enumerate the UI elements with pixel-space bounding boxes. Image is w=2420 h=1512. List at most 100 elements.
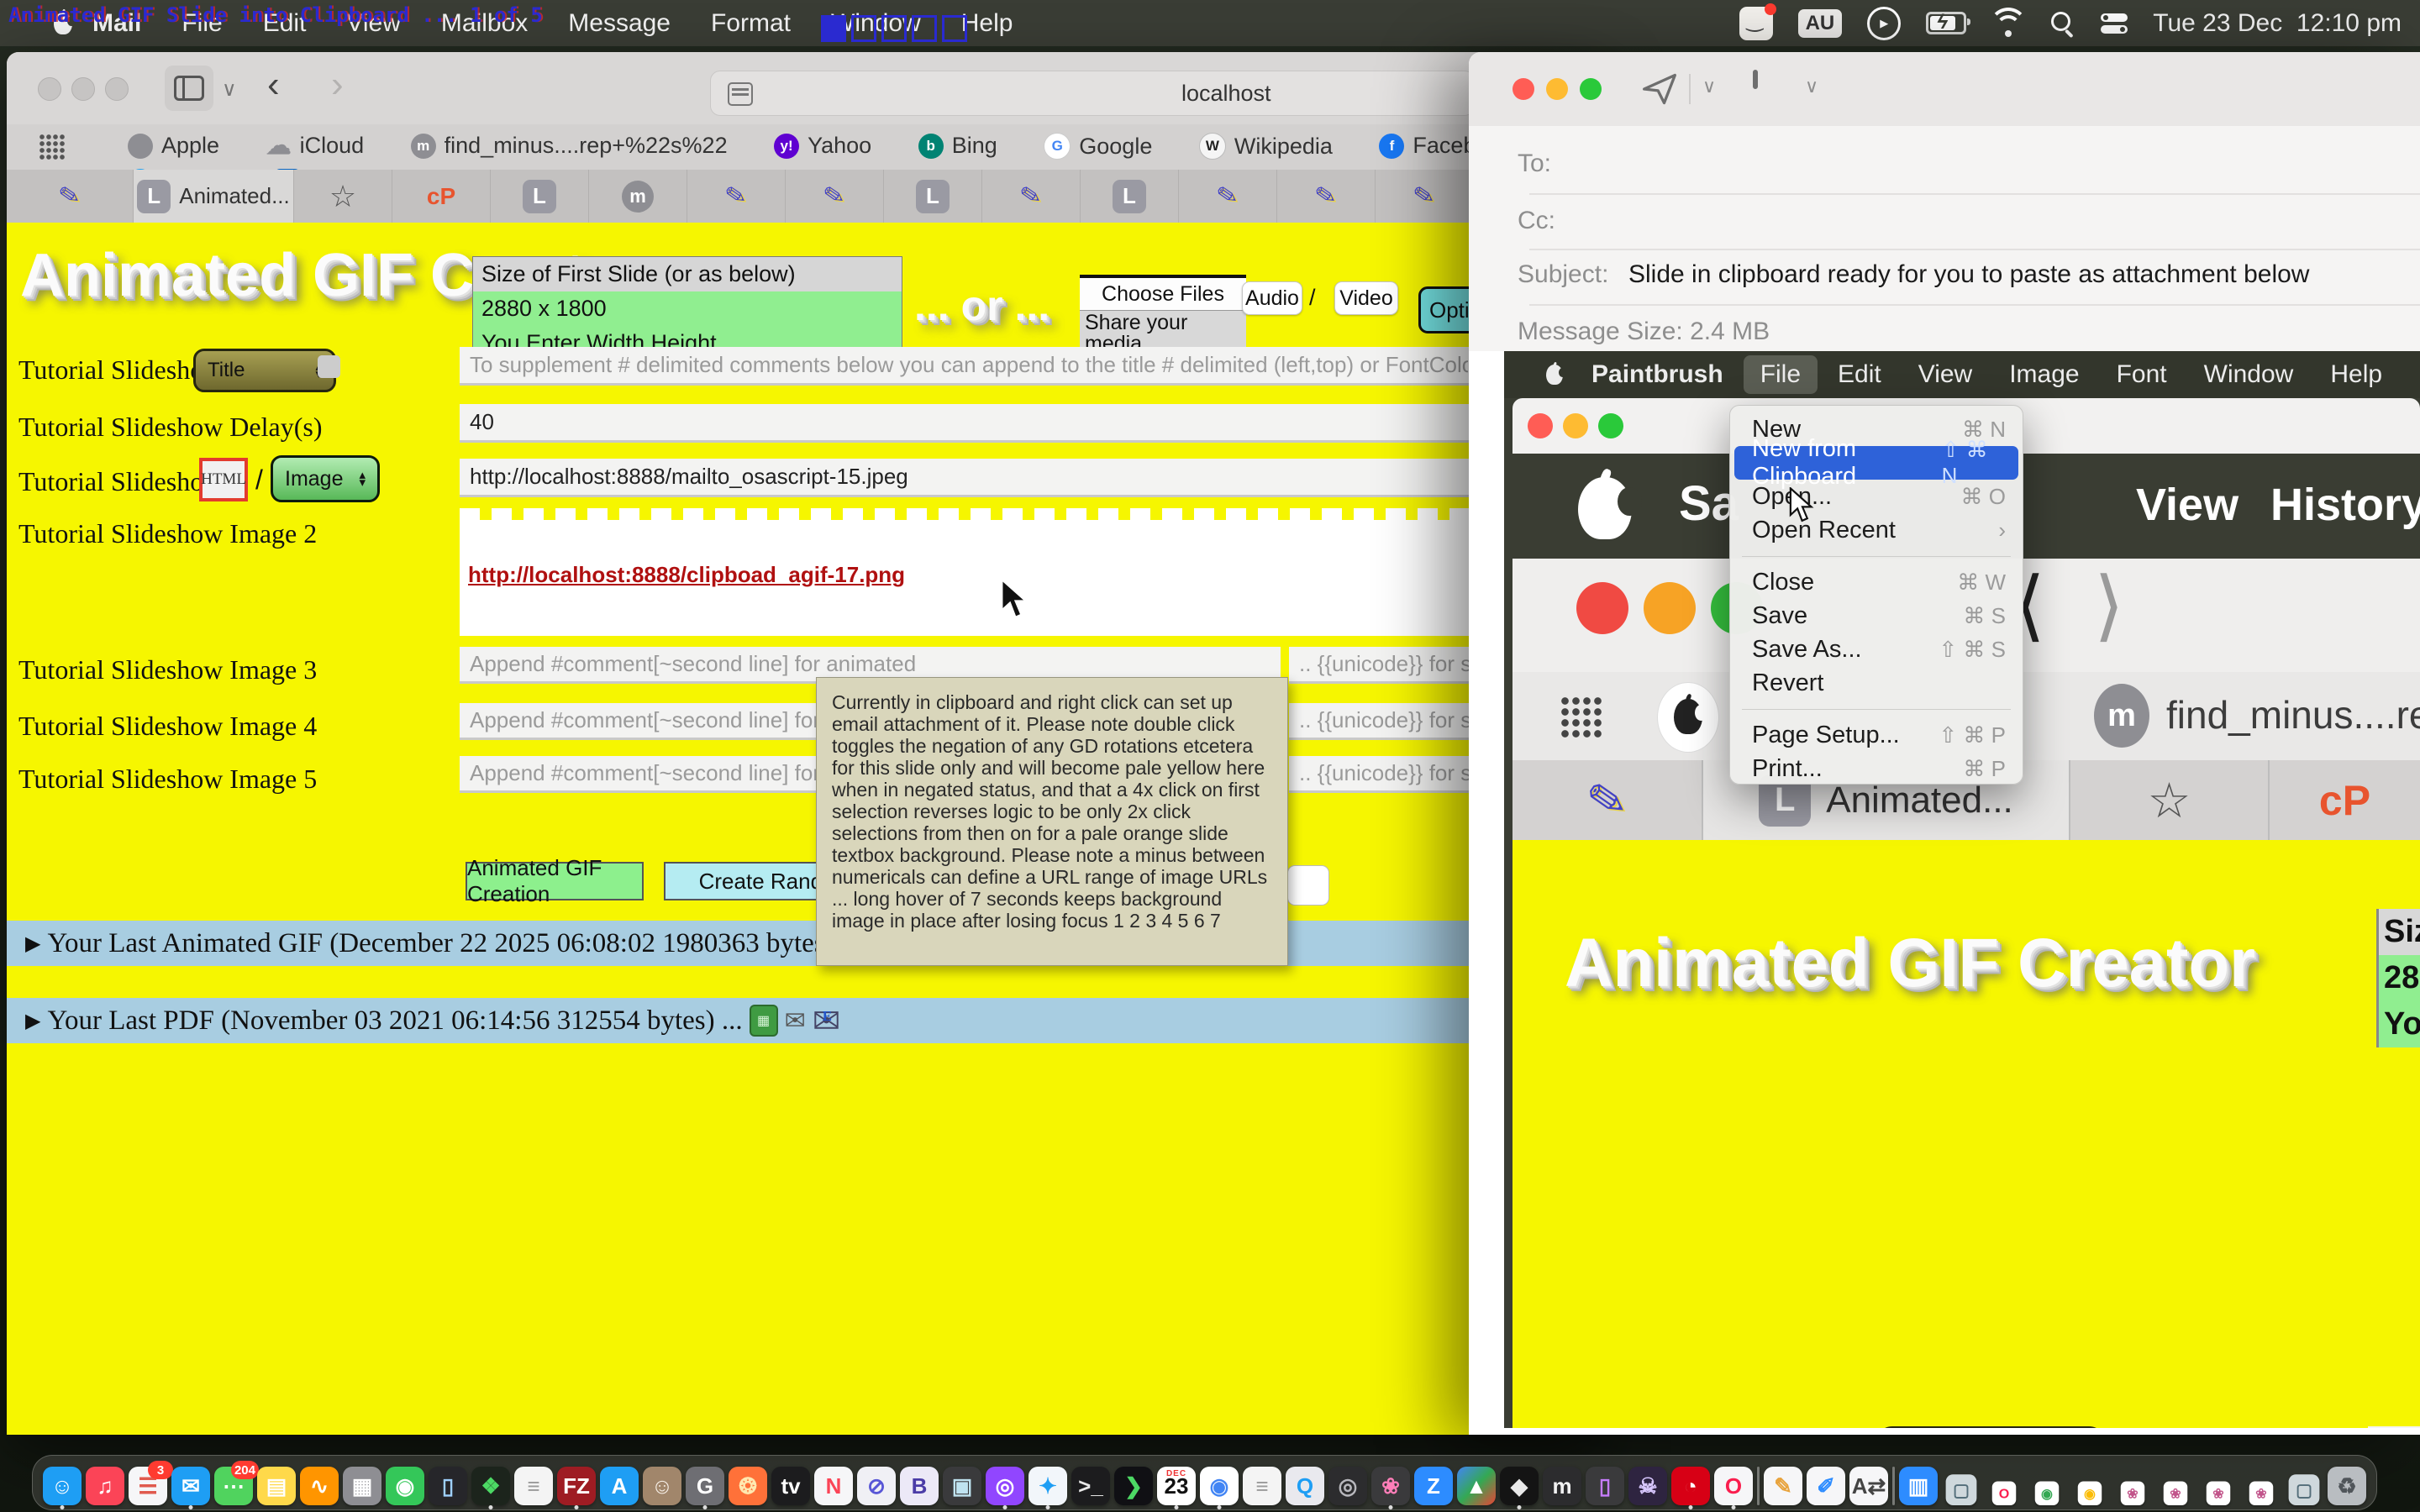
dock-item[interactable]: ◉ xyxy=(386,1467,424,1505)
html-button[interactable]: HTML xyxy=(199,458,248,501)
play-icon[interactable]: ▶ xyxy=(1867,7,1901,40)
dock-item[interactable]: ≡ xyxy=(1243,1467,1281,1505)
dock-item[interactable]: ♫ xyxy=(86,1467,124,1505)
disclosure-triangle-icon[interactable]: ▶ xyxy=(25,1009,40,1033)
battery-icon[interactable]: ϟ xyxy=(1926,12,1966,34)
tab[interactable]: ✎ xyxy=(1277,170,1376,223)
file-menu-item[interactable]: Revert xyxy=(1730,666,2023,700)
small-envelope-icon[interactable]: ✉ xyxy=(785,1006,806,1036)
tab[interactable]: ☆ xyxy=(294,170,392,223)
dock-item[interactable] xyxy=(1757,1467,1760,1505)
dock-item[interactable]: N xyxy=(814,1467,853,1505)
url-field[interactable]: localhost xyxy=(710,71,1475,116)
input-source-badge[interactable]: AU xyxy=(1798,9,1843,38)
bookmark-item[interactable]: y! Yahoo xyxy=(774,133,871,159)
chevron-down-icon[interactable]: ∨ xyxy=(222,77,237,102)
tab[interactable]: L xyxy=(491,170,589,223)
dock-item[interactable]: ▣ xyxy=(943,1467,981,1505)
dock-item[interactable]: FZ xyxy=(557,1467,596,1505)
partial-button[interactable] xyxy=(1287,865,1329,906)
size-box-value[interactable]: 2880 x 1800 xyxy=(473,291,902,326)
tab[interactable]: cP xyxy=(392,170,491,223)
dock-item[interactable]: ❀ xyxy=(2249,1481,2274,1505)
bookmark-item[interactable]: W Wikipedia xyxy=(1199,133,1333,160)
dock-item[interactable]: ☺ xyxy=(43,1467,82,1505)
dock-item[interactable]: ✐ xyxy=(1807,1467,1845,1505)
dock-item[interactable]: ❀ xyxy=(2164,1481,2188,1505)
tab[interactable]: ✎ xyxy=(1376,170,1474,223)
minimize-button[interactable] xyxy=(1546,78,1568,100)
dock-item[interactable]: ≡ xyxy=(514,1467,553,1505)
dock-item[interactable]: ◎ xyxy=(986,1467,1024,1505)
zoom-button[interactable] xyxy=(1580,78,1602,100)
slide3-unicode-input[interactable] xyxy=(1289,647,1481,684)
tab[interactable]: L xyxy=(884,170,982,223)
close-button[interactable] xyxy=(1512,78,1534,100)
email-envelope-icon[interactable]: ✉E xyxy=(813,1001,841,1041)
dock-item[interactable]: >_ xyxy=(1071,1467,1110,1505)
dock-item[interactable]: ◉ xyxy=(2078,1481,2102,1505)
dock-item[interactable]: ◉ xyxy=(1200,1467,1239,1505)
minimize-button[interactable] xyxy=(71,77,95,101)
chevron-down-icon[interactable]: ∨ xyxy=(1702,76,1716,97)
dock-item[interactable]: ☠ xyxy=(1628,1467,1667,1505)
chevron-down-icon[interactable]: ∨ xyxy=(1805,76,1818,97)
tab[interactable]: L xyxy=(1081,170,1179,223)
file-menu-item[interactable]: Save As... ⇧ ⌘ S xyxy=(1730,633,2023,666)
dock-item[interactable]: ❀ xyxy=(2207,1481,2231,1505)
zoom-button[interactable] xyxy=(105,77,129,101)
slide4-unicode-input[interactable] xyxy=(1289,703,1481,740)
slide2-dropzone[interactable]: http://localhost:8888/clipboad_agif-17.p… xyxy=(460,508,1481,636)
animated-gif-creation-button[interactable]: Animated GIF Creation xyxy=(466,862,644,900)
dock-item[interactable]: ❀ xyxy=(2121,1481,2145,1505)
video-button[interactable]: Video xyxy=(1334,281,1398,315)
file-menu-item[interactable]: New from Clipboard ⇧ ⌘ N xyxy=(1734,446,2018,480)
bookmark-item[interactable]: ☁ iCloud xyxy=(266,133,365,159)
menubar-item-format[interactable]: Format xyxy=(691,9,811,38)
dock-item[interactable]: ❂ xyxy=(729,1467,767,1505)
wifi-icon[interactable] xyxy=(1991,12,2025,35)
bookmark-item[interactable]: Apple xyxy=(128,133,219,159)
format-icon[interactable] xyxy=(1753,70,1758,89)
menubar-clock[interactable]: Tue 23 Dec 12:10 pm xyxy=(2153,9,2402,38)
control-center-icon[interactable] xyxy=(2101,13,2128,34)
reader-icon[interactable] xyxy=(728,82,753,106)
file-menu-item[interactable]: Save ⌘ S xyxy=(1730,599,2023,633)
dock-item[interactable]: ❯ xyxy=(1114,1467,1153,1505)
dock-item[interactable]: ◎ xyxy=(1328,1467,1367,1505)
cc-field[interactable] xyxy=(1578,200,2403,234)
to-field[interactable] xyxy=(1578,143,2403,176)
close-button[interactable] xyxy=(38,77,61,101)
file-menu-item[interactable]: Page Setup... ⇧ ⌘ P xyxy=(1730,718,2023,752)
slide1-url-input[interactable] xyxy=(460,459,1478,497)
dock-item[interactable]: m xyxy=(1543,1467,1581,1505)
dock-item[interactable]: ❖ xyxy=(471,1467,510,1505)
file-menu-item[interactable]: Open Recent › xyxy=(1730,513,2023,547)
clipboard-image-link[interactable]: http://localhost:8888/clipboad_agif-17.p… xyxy=(468,562,905,588)
title-select[interactable]: Title ▴▾ xyxy=(193,349,336,392)
dock-item[interactable]: ✎ xyxy=(1764,1467,1802,1505)
dock-item[interactable]: ▥ xyxy=(1899,1467,1938,1505)
dock-item[interactable]: ▢ xyxy=(2289,1474,2320,1505)
dock-item[interactable]: ⋯ 204 xyxy=(214,1467,253,1505)
tab[interactable]: ✎ xyxy=(982,170,1081,223)
dock-item[interactable]: ◉ xyxy=(2035,1481,2060,1505)
tab[interactable]: ✎ xyxy=(786,170,884,223)
bookmark-item[interactable]: b Bing xyxy=(918,133,997,159)
choose-files-button[interactable]: Choose Files xyxy=(1080,278,1246,311)
audio-button[interactable]: Audio xyxy=(1242,281,1302,315)
dock-item[interactable]: ☺ xyxy=(643,1467,681,1505)
title-supplement-input[interactable] xyxy=(460,347,1478,386)
tab[interactable]: ✎ xyxy=(7,170,134,223)
file-menu-item[interactable]: Close ⌘ W xyxy=(1730,565,2023,599)
dock-item[interactable]: ⊘ xyxy=(857,1467,896,1505)
delay-input[interactable] xyxy=(460,404,1478,443)
dock-item[interactable] xyxy=(1892,1467,1895,1505)
bookmark-item[interactable]: G Google xyxy=(1044,133,1152,160)
dock-item[interactable]: ∿ xyxy=(300,1467,339,1505)
row1-checkbox[interactable] xyxy=(318,355,340,378)
dock-item[interactable]: ◆ xyxy=(1500,1467,1539,1505)
dock-item[interactable]: ◔ xyxy=(1671,1467,1710,1505)
dock-item[interactable]: ✉ xyxy=(171,1467,210,1505)
paintbrush-menu-file[interactable]: File xyxy=(1744,355,1818,394)
